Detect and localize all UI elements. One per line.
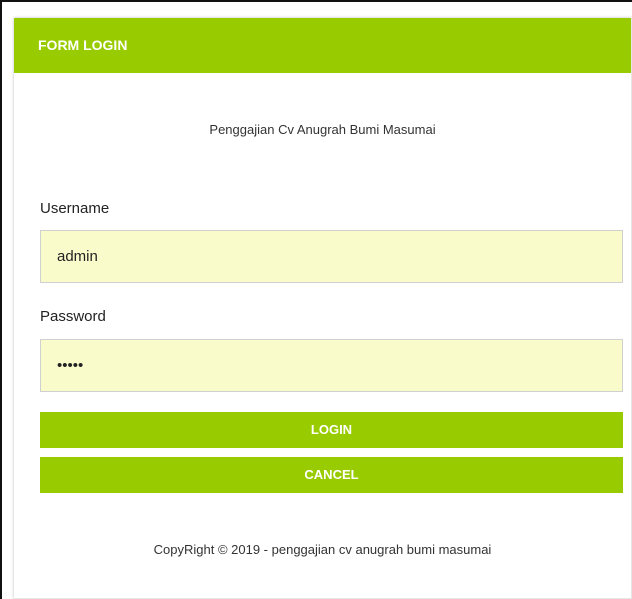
footer-copyright: CopyRight © 2019 - penggajian cv anugrah… bbox=[153, 542, 492, 557]
app-subtitle: Penggajian Cv Anugrah Bumi Masumai bbox=[209, 122, 436, 137]
username-label: Username bbox=[40, 200, 110, 217]
frame-border-top bbox=[0, 0, 632, 2]
password-input[interactable] bbox=[40, 339, 623, 392]
frame-border-left bbox=[0, 0, 2, 599]
username-input[interactable] bbox=[40, 230, 623, 283]
panel-header-title: FORM LOGIN bbox=[14, 18, 631, 73]
cancel-button[interactable]: CANCEL bbox=[40, 457, 623, 493]
login-button[interactable]: LOGIN bbox=[40, 412, 623, 448]
password-label: Password bbox=[40, 308, 106, 325]
login-panel: FORM LOGIN Penggajian Cv Anugrah Bumi Ma… bbox=[14, 18, 632, 599]
page-frame: FORM LOGIN Penggajian Cv Anugrah Bumi Ma… bbox=[0, 0, 632, 599]
